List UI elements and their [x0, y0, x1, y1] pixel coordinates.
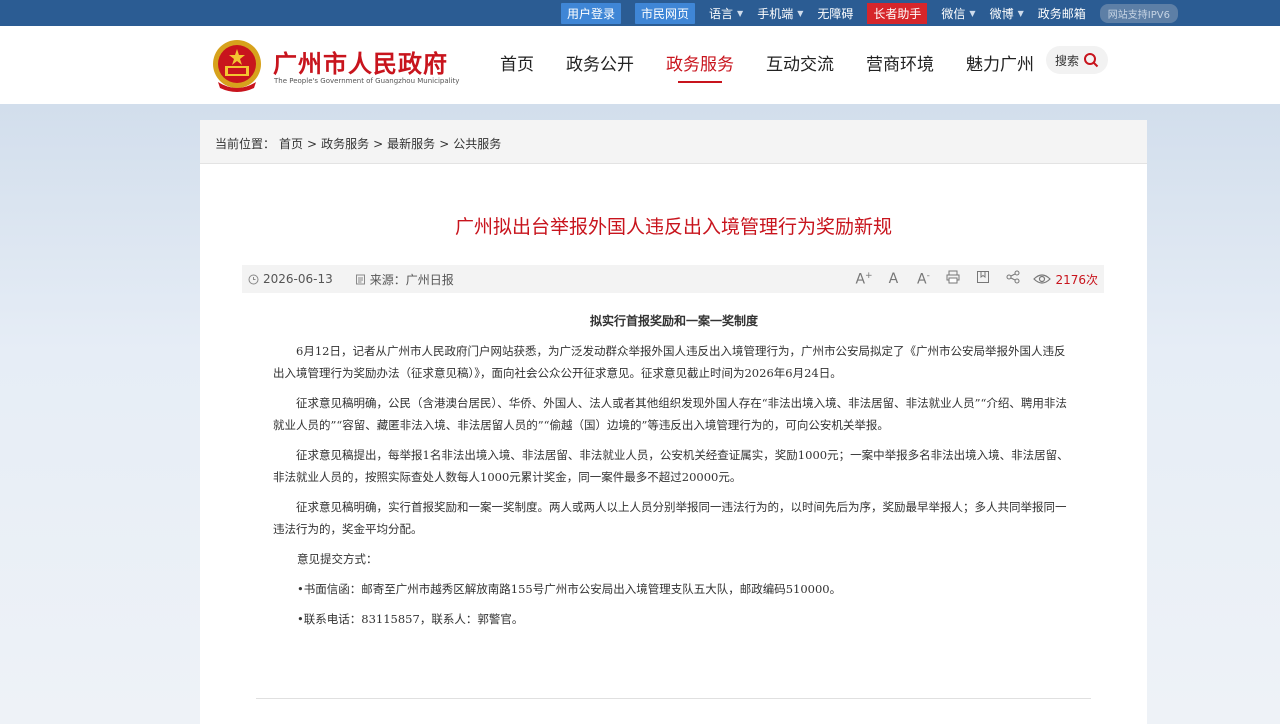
font-decrease-icon[interactable]: A- — [915, 271, 931, 288]
breadcrumb-prefix: 当前位置： — [215, 137, 276, 151]
chevron-down-icon: ▼ — [969, 8, 976, 18]
publish-date: 2026-06-13 — [248, 272, 333, 286]
view-count-value: 2176次 — [1055, 272, 1098, 287]
nav-gov-services[interactable]: 政务服务 — [666, 50, 734, 83]
print-icon[interactable] — [945, 270, 961, 288]
view-count: 2176次 — [1033, 271, 1098, 288]
chevron-down-icon: ▼ — [797, 8, 804, 18]
divider — [256, 698, 1091, 699]
mobile-menu[interactable]: 手机端 ▼ — [757, 5, 803, 22]
font-increase-icon[interactable]: A+ — [855, 271, 872, 288]
main-nav: 首页 政务公开 政务服务 互动交流 营商环境 魅力广州 — [500, 50, 1066, 83]
nav-gov-affairs-open[interactable]: 政务公开 — [566, 50, 634, 83]
wechat-menu[interactable]: 微信 ▼ — [941, 5, 975, 22]
mobile-label: 手机端 — [757, 6, 794, 21]
eye-icon — [1033, 274, 1052, 284]
breadcrumb-home[interactable]: 首页 — [279, 137, 303, 151]
article-panel: 当前位置： 首页 > 政务服务 > 最新服务 > 公共服务 广州拟出台举报外国人违反出入境管理… — [200, 120, 1147, 724]
document-icon — [355, 274, 365, 284]
nav-home[interactable]: 首页 — [500, 50, 534, 83]
language-label: 语言 — [709, 6, 734, 21]
weibo-menu[interactable]: 微博 ▼ — [990, 5, 1024, 22]
breadcrumb: 当前位置： 首页 > 政务服务 > 最新服务 > 公共服务 — [200, 120, 1147, 164]
search-label: 搜索 — [1055, 53, 1080, 68]
breadcrumb-separator: > — [307, 137, 318, 151]
nav-interaction[interactable]: 互动交流 — [766, 50, 834, 83]
national-emblem-icon — [213, 40, 261, 92]
wechat-label: 微信 — [941, 6, 966, 21]
breadcrumb-public-services[interactable]: 公共服务 — [453, 137, 501, 151]
share-icon[interactable] — [1005, 270, 1021, 288]
site-subtitle: The People's Government of Guangzhou Mun… — [274, 77, 460, 85]
search-button[interactable]: 搜索 — [1046, 46, 1108, 74]
search-icon — [1084, 53, 1099, 68]
publish-date-value: 2026-06-13 — [263, 272, 333, 286]
article-paragraph: 征求意见稿明确，公民（含港澳台居民）、华侨、外国人、法人或者其他组织发现外国人存… — [273, 396, 1067, 432]
breadcrumb-latest-services[interactable]: 最新服务 — [387, 137, 435, 151]
submit-method-phone: •联系电话：83115857，联系人：郭警官。 — [297, 612, 524, 626]
ipv6-badge: 网站支持IPV6 — [1099, 3, 1178, 23]
chevron-down-icon: ▼ — [737, 8, 744, 18]
top-utility-bar: 用户登录 市民网页 语言 ▼ 手机端 ▼ 无障碍 长者助手 微信 ▼ 微博 ▼ 政务邮箱… — [0, 0, 1280, 26]
article-title: 广州拟出台举报外国人违反出入境管理行为奖励新规 — [454, 216, 892, 238]
article-meta-bar: 2026-06-13 来源：广州日报 A+ A A- 2176次 — [242, 265, 1104, 293]
chevron-down-icon: ▼ — [1017, 8, 1024, 18]
submit-heading: 意见提交方式： — [297, 552, 378, 566]
article-body: 拟实行首报奖励和一案一奖制度 6月12日，记者从广州市人民政府门户网站获悉，为广… — [273, 310, 1075, 638]
clock-icon — [248, 274, 259, 284]
site-header: 广州市人民政府 The People's Government of Guang… — [0, 26, 1280, 104]
nav-business-environment[interactable]: 营商环境 — [866, 50, 934, 83]
accessibility-link[interactable]: 无障碍 — [817, 5, 853, 22]
breadcrumb-separator: > — [439, 137, 450, 151]
font-default-icon[interactable]: A — [885, 271, 901, 287]
site-title[interactable]: 广州市人民政府 — [273, 44, 448, 79]
user-login-button[interactable]: 用户登录 — [561, 2, 622, 24]
breadcrumb-separator: > — [373, 137, 384, 151]
article-source: 来源：广州日报 — [355, 271, 454, 288]
article-paragraph: 6月12日，记者从广州市人民政府门户网站获悉，为广泛发动群众举报外国人违反出入境… — [273, 344, 1066, 380]
bookmark-icon[interactable] — [975, 270, 991, 288]
gov-mail-link[interactable]: 政务邮箱 — [1038, 5, 1086, 22]
language-menu[interactable]: 语言 ▼ — [709, 5, 743, 22]
nav-charm-guangzhou[interactable]: 魅力广州 — [966, 50, 1034, 83]
breadcrumb-gov-services[interactable]: 政务服务 — [321, 137, 369, 151]
article-subhead: 拟实行首报奖励和一案一奖制度 — [589, 314, 758, 328]
elder-helper-button[interactable]: 长者助手 — [867, 2, 928, 24]
citizen-page-button[interactable]: 市民网页 — [635, 2, 696, 24]
article-tools: A+ A A- 2176次 — [841, 265, 1098, 293]
article-source-value: 来源：广州日报 — [369, 272, 454, 287]
weibo-label: 微博 — [989, 6, 1014, 21]
article-paragraph: 征求意见稿明确，实行首报奖励和一案一奖制度。两人或两人以上人员分别举报同一违法行… — [273, 500, 1067, 536]
utility-links: 用户登录 市民网页 语言 ▼ 手机端 ▼ 无障碍 长者助手 微信 ▼ 微博 ▼ 政务邮箱… — [561, 0, 1178, 26]
submit-method-mail: •书面信函：邮寄至广州市越秀区解放南路155号广州市公安局出入境管理支队五大队，… — [297, 582, 842, 596]
article-paragraph: 征求意见稿提出，每举报1名非法出境入境、非法居留、非法就业人员，公安机关经查证属… — [273, 448, 1069, 484]
